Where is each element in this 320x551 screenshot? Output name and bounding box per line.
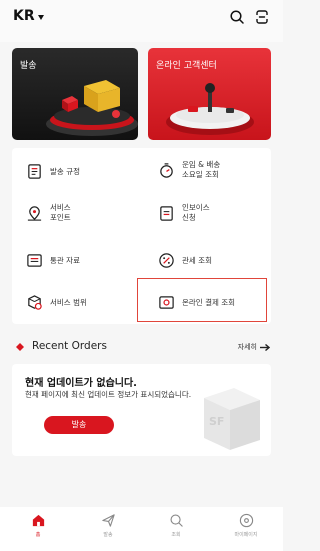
profile-icon[interactable] [254,9,270,25]
document-icon [28,164,41,179]
menu-label: 관세 조회 [182,255,212,265]
nav-label: 마이페이지 [234,532,258,538]
svg-text:SF: SF [209,415,224,428]
recent-orders-header: Recent Orders 자세히 [14,340,270,354]
nav-label: 발송 [103,532,113,538]
arrow-right-icon [260,343,270,351]
empty-state-description: 현재 페이지에 최신 업데이트 정보가 표시되었습니다. [25,390,192,399]
timer-icon [160,162,173,178]
support-illustration [166,83,254,135]
location-pin-icon [27,205,42,221]
menu-label: 운임 & 배송 소요일 조회 [182,160,221,179]
nav-label: 조회 [171,532,181,538]
recent-orders-title: Recent Orders [32,340,107,352]
box-location-icon [28,295,42,310]
menu-label: 서비스 포인트 [50,203,71,222]
empty-state-title: 현재 업데이트가 없습니다. [25,378,137,389]
percent-icon [159,253,174,268]
nav-item-track[interactable]: 조회 [156,513,196,538]
menu-item-service-points[interactable]: 서비스 포인트 [26,203,71,223]
recent-orders-card: SF 현재 업데이트가 없습니다. 현재 페이지에 최신 업데이트 정보가 표시… [12,364,271,456]
nav-label: 홈 [35,532,41,538]
menu-item-duty-lookup[interactable]: 관세 조회 [158,252,212,269]
menu-label: 서비스 범위 [50,297,87,307]
ship-banner[interactable]: 발송 [12,48,138,140]
top-bar: KR [0,0,283,42]
menu-item-invoice[interactable]: 인보이스 신청 [158,203,210,223]
view-more-link[interactable]: 자세히 [238,342,270,352]
caret-down-icon [37,14,44,20]
diamond-icon [16,343,24,351]
region-selector[interactable]: KR [13,8,44,24]
menu-label: 인보이스 신청 [182,203,210,222]
invoice-icon [160,205,173,221]
ship-button[interactable]: 발송 [44,416,114,434]
menu-label: 통관 자료 [50,255,80,265]
folder-icon [27,254,42,267]
selection-highlight [137,278,267,322]
menu-item-customs-docs[interactable]: 통관 자료 [26,252,80,269]
region-label: KR [13,8,35,24]
ship-illustration [46,80,138,136]
paper-plane-icon [101,514,115,527]
support-banner[interactable]: 온라인 고객센터 [148,48,271,140]
nav-item-home[interactable]: 홈 [18,513,58,538]
search-icon [169,514,183,527]
nav-item-mypage[interactable]: 마이페이지 [226,513,266,538]
user-icon [239,513,253,528]
menu-item-service-area[interactable]: 서비스 범위 [26,294,87,311]
view-more-label: 자세히 [237,343,257,351]
menu-item-shipping-rules[interactable]: 발송 규정 [26,163,80,180]
menu-label: 발송 규정 [50,166,80,176]
search-icon[interactable] [229,9,245,25]
menu-item-rate-transit[interactable]: 운임 & 배송 소요일 조회 [158,160,220,180]
nav-item-ship[interactable]: 발송 [88,513,128,538]
bottom-navigation: 홈 발송 조회 마이페이지 [0,507,283,551]
home-icon [32,514,44,527]
